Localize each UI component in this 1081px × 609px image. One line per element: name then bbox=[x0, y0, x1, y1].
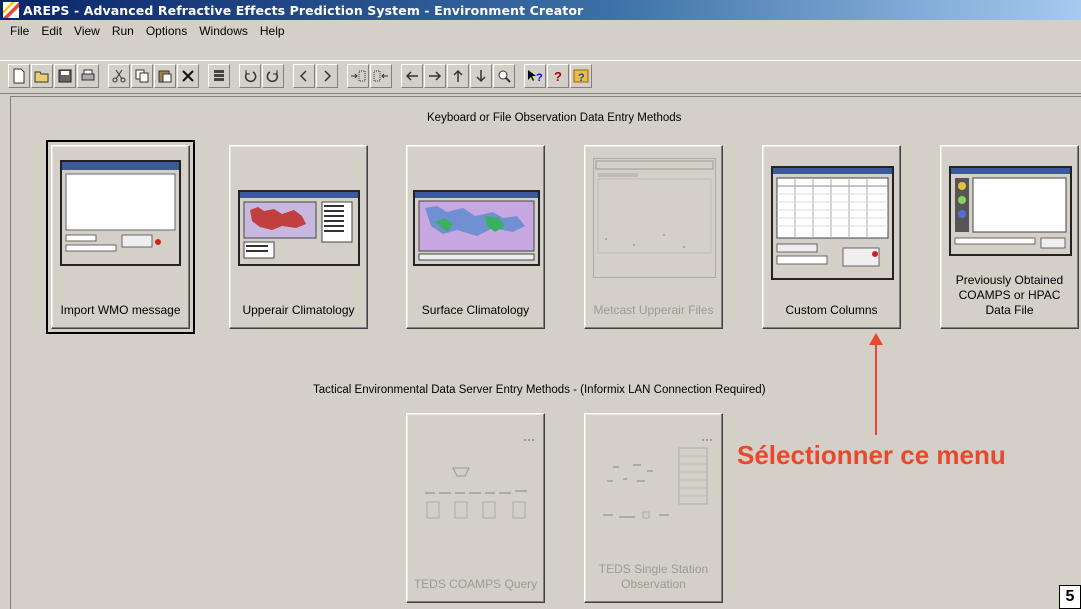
annotation-select-menu: Sélectionner ce menu bbox=[737, 440, 1006, 470]
areps-app-icon bbox=[3, 2, 19, 18]
menu-view[interactable]: View bbox=[68, 24, 106, 38]
teds-coamps-thumbnail bbox=[415, 436, 538, 532]
stack-icon[interactable] bbox=[208, 64, 230, 88]
teds-single-station-button[interactable]: TEDS Single Station Observation bbox=[584, 413, 723, 603]
menu-windows[interactable]: Windows bbox=[193, 24, 254, 38]
teds-section-title: Tactical Environmental Data Server Entry… bbox=[313, 384, 766, 396]
annotation-arrow-line bbox=[875, 340, 877, 435]
about-icon[interactable]: ? bbox=[570, 64, 592, 88]
upperair-climatology-label: Upperair Climatology bbox=[242, 303, 355, 317]
previously-obtained-thumbnail bbox=[949, 166, 1072, 256]
prev-icon[interactable] bbox=[293, 64, 315, 88]
previously-obtained-label: Previously Obtained COAMPS or HPAC Data … bbox=[955, 273, 1064, 317]
print-icon[interactable] bbox=[77, 64, 99, 88]
expand-icon[interactable] bbox=[347, 64, 369, 88]
upperair-climatology-thumbnail bbox=[238, 190, 360, 266]
zoom-icon[interactable] bbox=[493, 64, 515, 88]
menu-bar: File Edit View Run Options Windows Help bbox=[0, 21, 1081, 41]
rotate-left-icon[interactable] bbox=[239, 64, 261, 88]
menu-run[interactable]: Run bbox=[106, 24, 140, 38]
upperair-climatology-button[interactable]: Upperair Climatology bbox=[229, 145, 368, 329]
arrow-down-icon[interactable] bbox=[470, 64, 492, 88]
previously-obtained-data-file-button[interactable]: Previously Obtained COAMPS or HPAC Data … bbox=[940, 145, 1079, 329]
surface-climatology-thumbnail bbox=[413, 190, 540, 266]
collapse-icon[interactable] bbox=[370, 64, 392, 88]
paste-icon[interactable] bbox=[154, 64, 176, 88]
save-icon[interactable] bbox=[54, 64, 76, 88]
svg-text:?: ? bbox=[578, 72, 585, 83]
delete-icon[interactable] bbox=[177, 64, 199, 88]
teds-single-station-label: TEDS Single Station Observation bbox=[598, 562, 709, 591]
import-wmo-message-button[interactable]: Import WMO message bbox=[46, 140, 195, 334]
metcast-upperair-thumbnail bbox=[593, 158, 716, 278]
import-wmo-thumbnail bbox=[60, 160, 181, 266]
arrow-right-icon[interactable] bbox=[424, 64, 446, 88]
rotate-right-icon[interactable] bbox=[262, 64, 284, 88]
teds-coamps-label: TEDS COAMPS Query bbox=[413, 577, 538, 591]
page-number: 5 bbox=[1059, 585, 1081, 609]
import-wmo-label: Import WMO message bbox=[60, 303, 181, 317]
custom-columns-label: Custom Columns bbox=[785, 303, 878, 317]
arrow-up-icon[interactable] bbox=[447, 64, 469, 88]
help-icon[interactable]: ? bbox=[547, 64, 569, 88]
cut-icon[interactable] bbox=[108, 64, 130, 88]
open-icon[interactable] bbox=[31, 64, 53, 88]
surface-climatology-label: Surface Climatology bbox=[421, 303, 530, 317]
title-bar: AREPS - Advanced Refractive Effects Pred… bbox=[0, 0, 1081, 20]
menu-options[interactable]: Options bbox=[140, 24, 193, 38]
toolbar: ? ? ? bbox=[0, 60, 1081, 94]
new-icon[interactable] bbox=[8, 64, 30, 88]
svg-text:?: ? bbox=[536, 72, 543, 83]
keyboard-section-title: Keyboard or File Observation Data Entry … bbox=[427, 112, 682, 124]
context-help-icon[interactable]: ? bbox=[524, 64, 546, 88]
copy-icon[interactable] bbox=[131, 64, 153, 88]
teds-coamps-query-button[interactable]: TEDS COAMPS Query bbox=[406, 413, 545, 603]
menu-file[interactable]: File bbox=[4, 24, 35, 38]
teds-single-station-thumbnail bbox=[593, 436, 716, 532]
metcast-upperair-label: Metcast Upperair Files bbox=[593, 303, 714, 317]
menu-edit[interactable]: Edit bbox=[35, 24, 68, 38]
menu-help[interactable]: Help bbox=[254, 24, 291, 38]
custom-columns-button[interactable]: Custom Columns bbox=[762, 145, 901, 329]
next-icon[interactable] bbox=[316, 64, 338, 88]
svg-text:?: ? bbox=[554, 69, 562, 83]
surface-climatology-button[interactable]: Surface Climatology bbox=[406, 145, 545, 329]
window-title: AREPS - Advanced Refractive Effects Pred… bbox=[23, 2, 584, 18]
custom-columns-thumbnail bbox=[771, 166, 894, 280]
arrow-left-icon[interactable] bbox=[401, 64, 423, 88]
metcast-upperair-files-button[interactable]: Metcast Upperair Files bbox=[584, 145, 723, 329]
